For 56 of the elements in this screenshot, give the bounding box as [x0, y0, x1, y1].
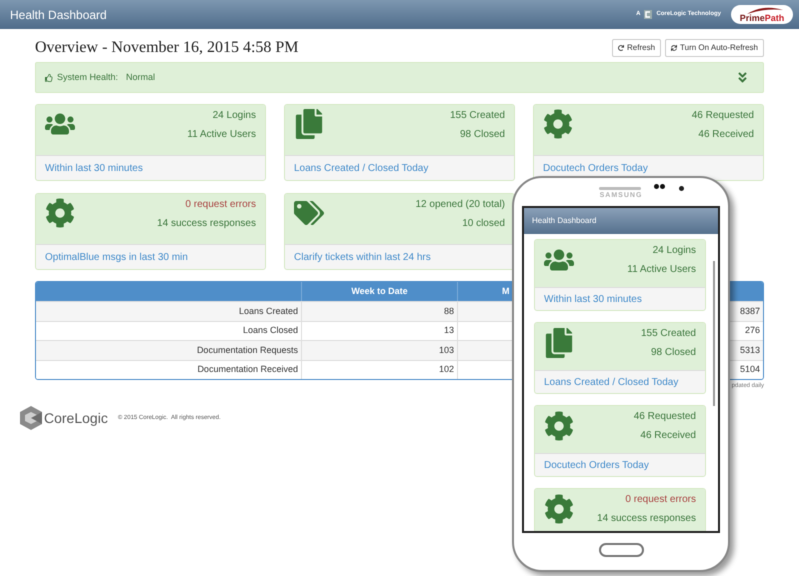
expand-toggle[interactable] — [736, 71, 749, 84]
cube-logo-icon — [20, 406, 42, 430]
stat-text: 10 closed — [462, 217, 505, 230]
health-label: System Health: — [57, 70, 118, 84]
logo-icon — [644, 10, 652, 19]
stat-text: 155 Created — [450, 109, 505, 122]
health-status: Normal — [126, 70, 156, 84]
app-title: Health Dashboard — [10, 6, 107, 24]
card-link[interactable]: Docutech Orders Today — [544, 458, 649, 472]
stat-text: 11 Active Users — [627, 263, 696, 276]
stat-text: 98 Closed — [460, 128, 505, 141]
card-link[interactable]: Docutech Orders Today — [543, 160, 648, 176]
stat-text: 46 Received — [698, 128, 754, 141]
row-label: Loans Closed — [242, 324, 299, 337]
auto-refresh-button[interactable]: Turn On Auto-Refresh — [665, 39, 764, 57]
stat-text: 0 request errors — [185, 198, 256, 211]
brand-logo: PrimePath — [731, 5, 793, 24]
row-label: Loans Created — [238, 304, 299, 318]
documents-icon — [544, 328, 574, 358]
gear-icon — [45, 198, 75, 228]
brand-name: CoreLogic — [44, 408, 108, 428]
sensor-icon — [679, 186, 684, 191]
speaker-grille — [599, 187, 641, 190]
gear-icon — [544, 494, 574, 524]
refresh-button[interactable]: Refresh — [612, 39, 662, 57]
row-label: Documentation Received — [196, 363, 299, 376]
refresh-icon — [618, 45, 624, 51]
stat-text: 11 Active Users — [187, 128, 256, 141]
stat-text: 155 Created — [640, 327, 696, 340]
table-cell: 102 — [301, 360, 457, 379]
stat-text: 46 Requested — [692, 109, 754, 122]
card-link[interactable]: Clarify tickets within last 24 hrs — [294, 250, 431, 264]
stat-text: 14 success responses — [597, 512, 696, 525]
stat-text: 46 Received — [640, 429, 696, 442]
card-link[interactable]: Within last 30 minutes — [45, 160, 143, 176]
sync-icon — [671, 45, 678, 51]
card-link[interactable]: OptimalBlue msgs in last 30 min — [45, 250, 188, 264]
card-link[interactable]: Loans Created / Closed Today — [294, 160, 428, 176]
stat-text: 0 request errors — [625, 493, 696, 506]
gear-icon — [544, 411, 574, 441]
mobile-app-title: Health Dashboard — [532, 215, 596, 227]
chevrons-down-icon — [736, 71, 749, 84]
stat-text: 98 Closed — [650, 346, 696, 359]
page-title: Overview - November 16, 2015 4:58 PM — [35, 38, 299, 58]
stat-text: 14 success responses — [157, 217, 256, 230]
gear-icon — [543, 109, 573, 139]
stat-text: 24 Logins — [652, 244, 696, 257]
stat-text: 12 opened (20 total) — [415, 198, 505, 211]
tags-icon — [294, 198, 324, 228]
camera-icon — [654, 184, 665, 190]
stat-text: 46 Requested — [634, 410, 696, 423]
row-label: Documentation Requests — [196, 344, 299, 357]
thumbs-up-icon — [45, 74, 53, 82]
documents-icon — [294, 109, 324, 139]
home-button[interactable] — [598, 543, 644, 557]
stat-text: 24 Logins — [212, 109, 256, 122]
